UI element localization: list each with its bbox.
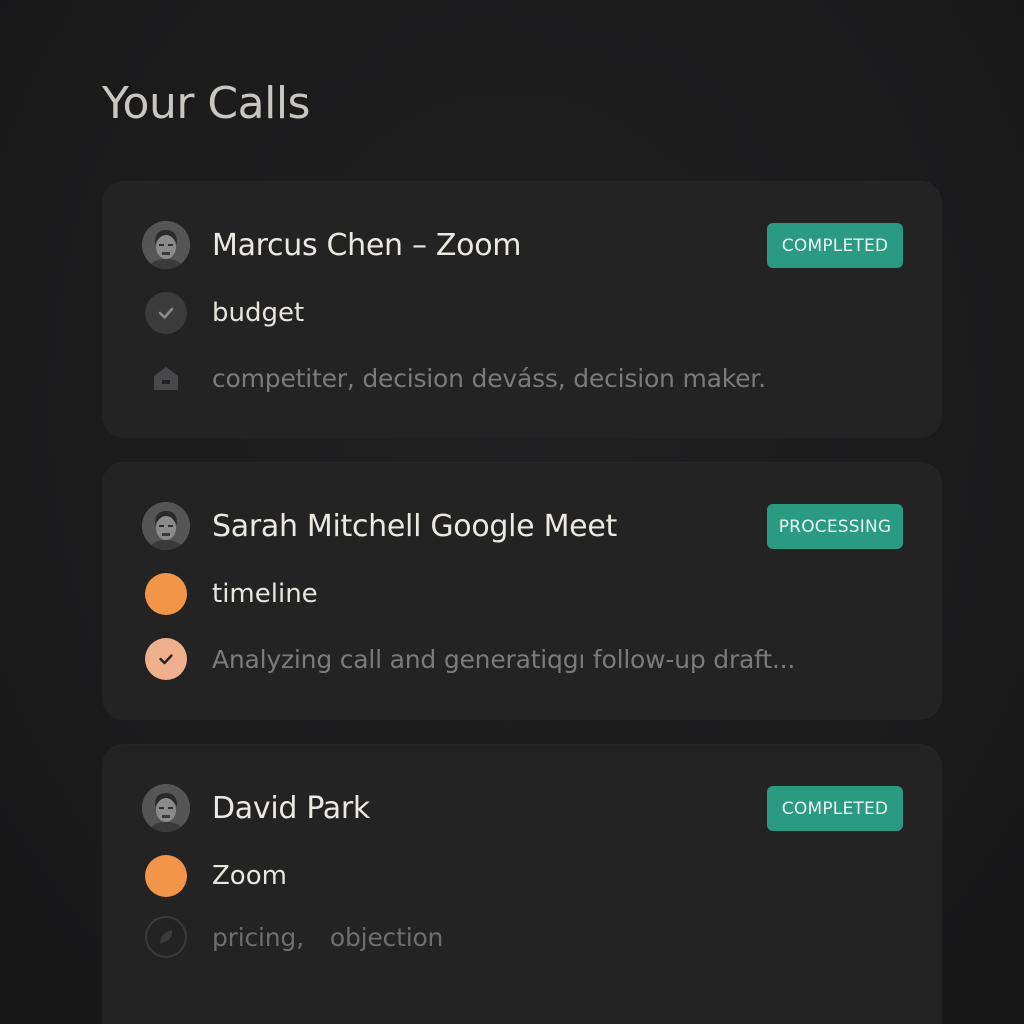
call-card[interactable]: Sarah Mitchell Google Meet PROCESSING ti… bbox=[102, 462, 942, 720]
call-header: Sarah Mitchell Google Meet bbox=[142, 502, 617, 550]
status-badge: COMPLETED bbox=[767, 223, 903, 268]
call-topic-row: timeline bbox=[142, 573, 318, 615]
call-keywords: competiter, decision deváss, decision ma… bbox=[212, 363, 766, 393]
call-topic-row: Zoom bbox=[142, 855, 287, 897]
call-title: Sarah Mitchell Google Meet bbox=[212, 508, 617, 544]
call-header: David Park bbox=[142, 784, 370, 832]
call-status-row: Analyzing call and generatiqgı follow-up… bbox=[142, 638, 795, 680]
call-title: David Park bbox=[212, 790, 370, 826]
call-title: Marcus Chen – Zoom bbox=[212, 227, 522, 263]
call-topic: budget bbox=[212, 298, 305, 328]
call-card[interactable]: David Park COMPLETED Zoom pricing, object… bbox=[102, 744, 942, 1024]
check-circle-icon bbox=[145, 292, 187, 334]
call-topic: Zoom bbox=[212, 861, 287, 891]
person-avatar-icon bbox=[142, 784, 190, 832]
keyword-objection: objection bbox=[329, 922, 444, 952]
keyword-pricing: pricing, bbox=[212, 922, 304, 952]
call-card[interactable]: Marcus Chen – Zoom COMPLETED budget comp… bbox=[102, 181, 942, 438]
call-keywords-row: competiter, decision deváss, decision ma… bbox=[142, 357, 766, 399]
calls-page: Your Calls Marcus Chen – Zoom COMPLETED bbox=[0, 0, 1024, 1024]
person-avatar-icon bbox=[142, 221, 190, 269]
call-header: Marcus Chen – Zoom bbox=[142, 221, 522, 269]
call-status-text: Analyzing call and generatiqgı follow-up… bbox=[212, 644, 796, 674]
status-badge: COMPLETED bbox=[767, 786, 903, 831]
call-topic-row: budget bbox=[142, 292, 304, 334]
call-keywords: pricing, objection bbox=[212, 923, 443, 952]
house-icon bbox=[145, 357, 187, 399]
check-circle-icon bbox=[145, 638, 187, 680]
status-badge: PROCESSING bbox=[767, 504, 903, 549]
orange-dot-icon bbox=[145, 573, 187, 615]
person-avatar-icon bbox=[142, 502, 190, 550]
leaf-circle-icon bbox=[145, 916, 187, 958]
orange-dot-icon bbox=[145, 855, 187, 897]
call-keywords-row: pricing, objection bbox=[142, 916, 443, 958]
call-topic: timeline bbox=[212, 579, 318, 609]
page-title: Your Calls bbox=[102, 78, 310, 129]
